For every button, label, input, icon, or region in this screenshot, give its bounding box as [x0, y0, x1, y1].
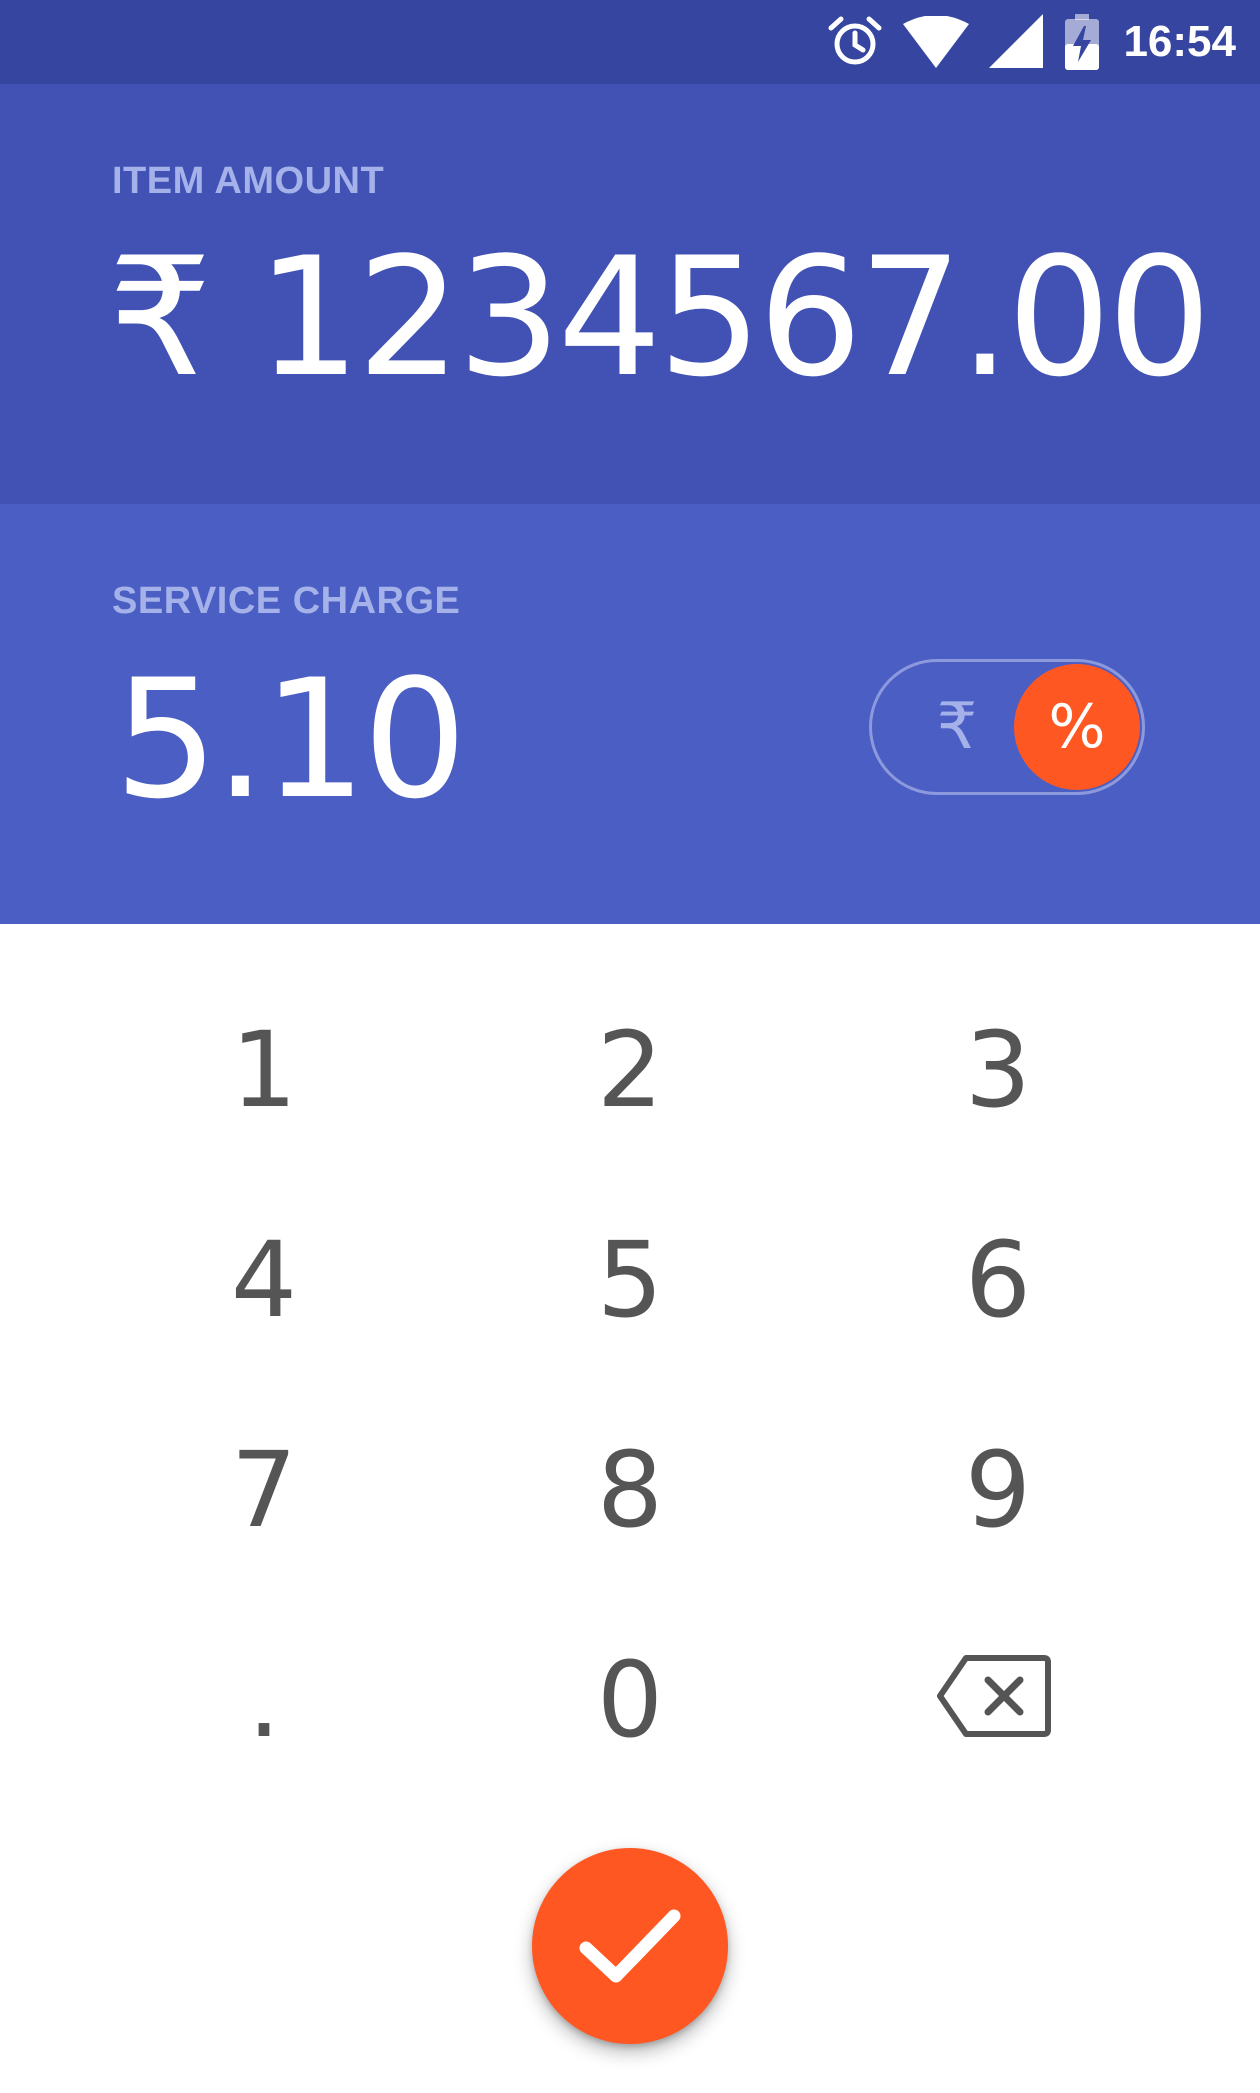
- key-5[interactable]: 5: [480, 1190, 780, 1370]
- status-time: 16:54: [1123, 17, 1236, 66]
- wifi-icon: [903, 16, 970, 68]
- backspace-button[interactable]: [844, 1606, 1144, 1786]
- key-decimal[interactable]: .: [114, 1610, 414, 1790]
- item-amount-value: ₹ 1234567.00: [108, 222, 1212, 413]
- key-8[interactable]: 8: [480, 1400, 780, 1580]
- signal-icon: [989, 14, 1044, 68]
- item-amount-panel[interactable]: ITEM AMOUNT ₹ 1234567.00: [0, 84, 1260, 504]
- status-icons: 16:54: [827, 0, 1236, 84]
- percent-option[interactable]: %: [1014, 664, 1140, 790]
- charge-type-toggle[interactable]: ₹ %: [869, 659, 1145, 795]
- key-2[interactable]: 2: [480, 980, 780, 1160]
- status-bar: 16:54: [0, 0, 1260, 84]
- service-charge-value: 5.10: [114, 644, 467, 835]
- service-charge-panel[interactable]: SERVICE CHARGE 5.10 ₹ %: [0, 504, 1260, 924]
- item-amount-label: ITEM AMOUNT: [112, 160, 385, 202]
- key-9[interactable]: 9: [848, 1400, 1148, 1580]
- rupee-option[interactable]: ₹: [912, 662, 1002, 792]
- battery-charging-icon: [1065, 14, 1100, 70]
- key-4[interactable]: 4: [114, 1190, 414, 1370]
- alarm-icon: [828, 16, 882, 65]
- key-7[interactable]: 7: [114, 1400, 414, 1580]
- check-icon: [579, 1909, 681, 1983]
- key-3[interactable]: 3: [848, 980, 1148, 1160]
- service-charge-label: SERVICE CHARGE: [112, 580, 461, 622]
- key-0[interactable]: 0: [480, 1610, 780, 1790]
- key-1[interactable]: 1: [114, 980, 414, 1160]
- key-6[interactable]: 6: [848, 1190, 1148, 1370]
- backspace-icon: [937, 1655, 1051, 1737]
- confirm-button[interactable]: [532, 1848, 728, 2044]
